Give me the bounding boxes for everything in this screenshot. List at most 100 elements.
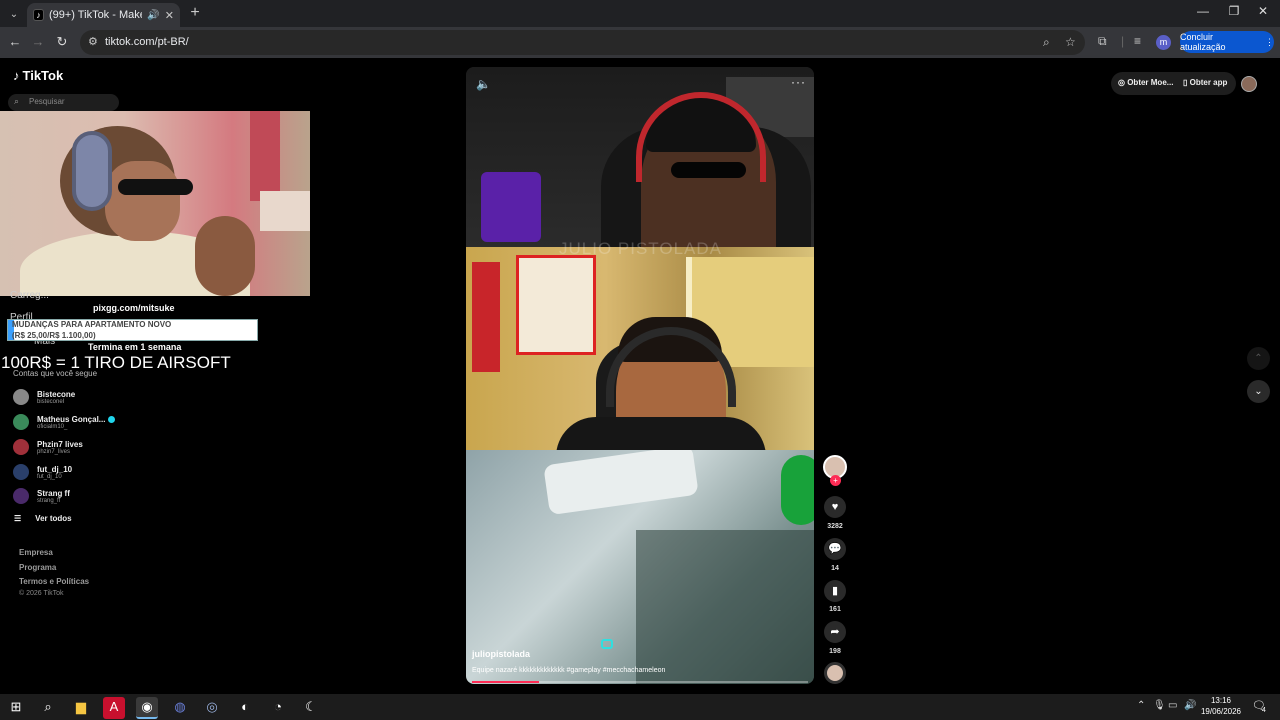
account-handle: strang_ff: [37, 497, 61, 504]
sidebar-item-upload[interactable]: Carreg...: [10, 290, 49, 301]
volume-icon[interactable]: 🔈: [476, 77, 491, 91]
footer-link-company[interactable]: Empresa: [19, 548, 53, 557]
browser-tab[interactable]: ♪ (99+) TikTok - Make Your Day 🔊 ✕: [27, 3, 180, 27]
tiktok-logo[interactable]: ♪ TikTok: [13, 68, 63, 83]
video-watermark: JULIO PISTOLADA: [559, 239, 723, 258]
windows-start-icon[interactable]: ⊞: [5, 697, 27, 719]
comment-count: 14: [831, 565, 839, 572]
comment-icon: 💬: [828, 543, 842, 555]
chevron-up-icon[interactable]: ⌃: [1137, 700, 1145, 711]
steam-icon[interactable]: ◎: [201, 697, 223, 719]
file-explorer-icon[interactable]: ▆: [70, 697, 92, 719]
tiktok-note-icon: ♪: [13, 68, 20, 83]
followed-account[interactable]: Phzin7 lives phzin7_lives: [13, 436, 83, 458]
network-icon[interactable]: ▭: [1168, 700, 1177, 711]
video-author[interactable]: juliopistolada: [472, 649, 530, 659]
save-button[interactable]: ▮: [824, 580, 846, 602]
get-coins-label: Obter Moe...: [1127, 78, 1174, 87]
follow-plus-icon[interactable]: +: [830, 475, 841, 486]
bookmark-star-icon[interactable]: ☆: [1065, 35, 1076, 49]
app-icon[interactable]: ☾: [300, 697, 322, 719]
more-vert-icon: ⋮: [1265, 36, 1274, 47]
goal-deadline: Termina em 1 semana: [88, 342, 182, 352]
followed-account[interactable]: fut_dj_10 fut_dj_10: [13, 461, 72, 483]
bookmark-icon: ▮: [831, 585, 839, 597]
account-handle: fut_dj_10: [37, 473, 62, 480]
back-button[interactable]: ←: [5, 33, 25, 51]
share-icon: ➦: [830, 626, 840, 638]
browser-toolbar: ← → ↻ ⚙ tiktok.com/pt-BR/ ⌕ ☆ ⧉ | ≡ m Co…: [0, 27, 1280, 58]
url-text: tiktok.com/pt-BR/: [105, 36, 189, 48]
microphone-icon[interactable]: 🎙: [1153, 700, 1166, 711]
get-app-button[interactable]: ▯ Obter app: [1183, 78, 1227, 87]
notification-count: 4: [1262, 707, 1266, 714]
verified-badge-icon: [108, 415, 116, 423]
address-bar[interactable]: ⚙ tiktok.com/pt-BR/ ⌕ ☆: [80, 30, 1085, 55]
new-tab-button[interactable]: +: [186, 4, 204, 22]
footer-link-terms[interactable]: Termos e Políticas: [19, 577, 89, 586]
site-info-icon[interactable]: ⚙: [88, 35, 98, 48]
video-player[interactable]: JULIO PISTOLADA 🔈 ··· juliopistolada Equ…: [466, 67, 814, 684]
obs-icon[interactable]: ◐: [234, 697, 256, 719]
avatar: [13, 464, 29, 480]
more-options-icon[interactable]: ···: [791, 75, 806, 89]
goal-amount: (R$ 25,00/R$ 1.100,00): [12, 331, 96, 340]
update-button-label: Concluir atualização: [1180, 32, 1226, 52]
music-disc-icon[interactable]: [824, 662, 846, 684]
search-icon: ⌕: [14, 96, 20, 106]
restore-button[interactable]: ❐: [1224, 4, 1244, 18]
close-window-button[interactable]: ✕: [1253, 4, 1273, 18]
update-button[interactable]: Concluir atualização ⋮: [1180, 31, 1274, 53]
media-control-icon[interactable]: ≡: [1134, 34, 1141, 48]
video-progress-fill: [472, 681, 540, 683]
goal-title: MUDANÇAS PARA APARTAMENTO NOVO: [12, 320, 172, 329]
forward-button[interactable]: →: [28, 33, 48, 51]
app-icon[interactable]: A: [103, 697, 125, 719]
footer-link-program[interactable]: Programa: [19, 563, 56, 572]
discord-icon[interactable]: ◍: [169, 697, 191, 719]
search-input[interactable]: ⌕ Pesquisar: [8, 94, 119, 111]
extensions-icon[interactable]: ⧉: [1098, 34, 1107, 49]
get-app-label: Obter app: [1189, 78, 1228, 87]
tab-title: (99+) TikTok - Make Your Day: [48, 9, 142, 21]
account-name: Phzin7 lives: [37, 439, 83, 449]
get-coins-button[interactable]: ◎ Obter Moe...: [1118, 78, 1173, 87]
minimize-button[interactable]: —: [1193, 4, 1213, 18]
chevron-down-icon: ⌄: [1254, 386, 1263, 397]
followed-account[interactable]: Matheus Gonçal... oficialm10_: [13, 411, 116, 433]
profile-avatar[interactable]: m: [1156, 35, 1171, 50]
video-progress-bar[interactable]: [472, 681, 808, 683]
account-name: fut_dj_10: [37, 464, 73, 474]
like-button[interactable]: ♥: [824, 496, 846, 518]
tab-audio-icon[interactable]: 🔊: [147, 10, 159, 21]
see-all-link[interactable]: ☰ Ver todos: [14, 514, 72, 523]
search-icon[interactable]: ⌕: [37, 697, 59, 719]
app-icon[interactable]: ◔: [267, 697, 289, 719]
tab-close-icon[interactable]: ✕: [165, 9, 174, 22]
comment-button[interactable]: 💬: [824, 538, 846, 560]
previous-video-button[interactable]: ⌃: [1247, 347, 1270, 370]
next-video-button[interactable]: ⌄: [1247, 380, 1270, 403]
chrome-icon[interactable]: ◉: [136, 697, 158, 719]
speaker-icon[interactable]: 🔊: [1184, 700, 1196, 711]
webcam-overlay: [0, 111, 310, 296]
top-actions: ◎ Obter Moe... ▯ Obter app: [1111, 72, 1236, 95]
account-name: Bistecone: [37, 389, 76, 399]
copyright: © 2026 TikTok: [19, 590, 64, 597]
followed-account[interactable]: Strang ff strang_ff: [13, 485, 70, 507]
zoom-icon[interactable]: ⌕: [1043, 35, 1050, 50]
account-handle: oficialm10_: [37, 423, 68, 430]
tab-search-icon[interactable]: ⌄: [4, 4, 24, 24]
user-avatar[interactable]: [1241, 76, 1257, 92]
share-button[interactable]: ➦: [824, 621, 846, 643]
tiktok-favicon-icon: ♪: [33, 9, 44, 21]
list-icon: ☰: [14, 514, 22, 523]
account-handle: phzin7_lives: [37, 448, 71, 455]
system-clock[interactable]: 13:16 19/06/2026: [1200, 695, 1242, 717]
followed-account[interactable]: Bistecone bisteconeI: [13, 386, 75, 408]
avatar: [13, 414, 29, 430]
reload-button[interactable]: ↻: [52, 33, 72, 51]
browser-tab-bar: ⌄ ♪ (99+) TikTok - Make Your Day 🔊 ✕ + —…: [0, 0, 1280, 27]
game-logo-icon: [601, 639, 613, 649]
logo-text: TikTok: [22, 68, 64, 83]
